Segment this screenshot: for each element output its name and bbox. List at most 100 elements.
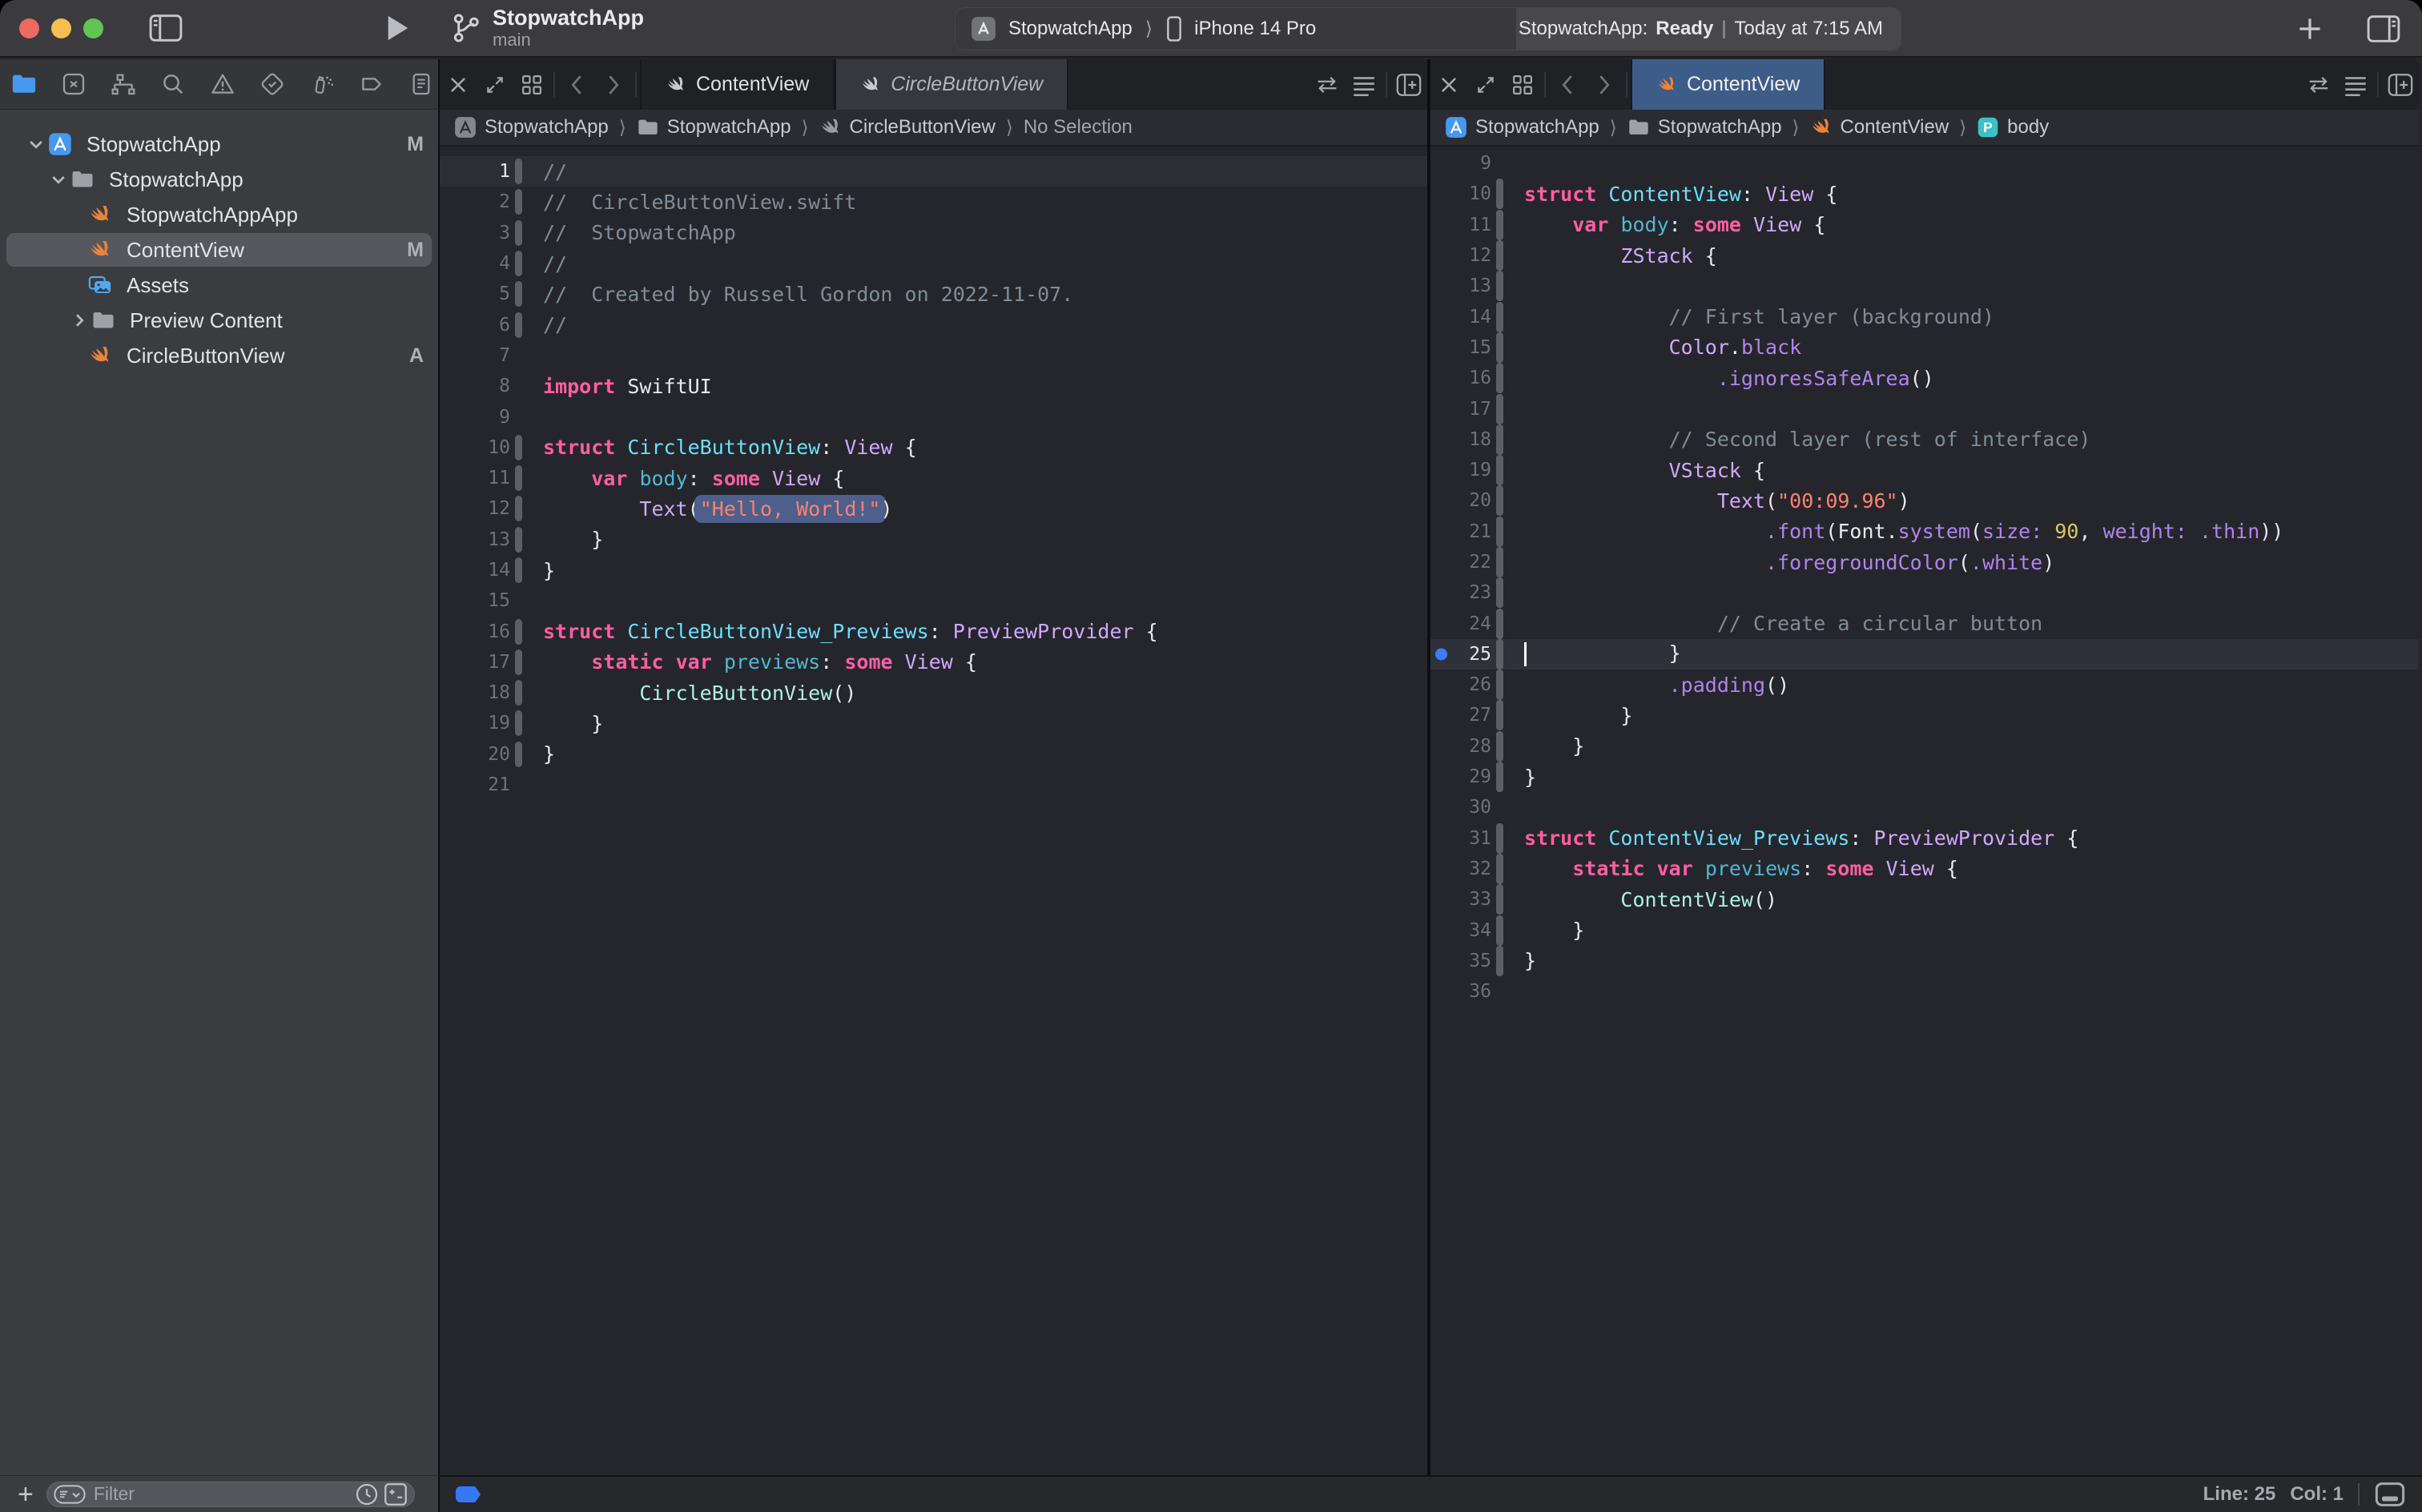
find-icon[interactable]	[159, 70, 187, 99]
code-text: .ignoresSafeArea()	[1524, 367, 1934, 390]
breadcrumb-item[interactable]: ContentView	[1810, 116, 1949, 139]
breadcrumb-item[interactable]: Pbody	[1977, 116, 2049, 139]
line-number: 7	[440, 345, 510, 366]
line-number: 13	[1430, 275, 1491, 296]
sidebar-toggle-icon[interactable]	[148, 14, 183, 42]
filter-field[interactable]	[46, 1482, 415, 1507]
tab-ContentView[interactable]: ContentView	[1631, 59, 1825, 110]
code-text: }	[1524, 919, 1584, 942]
change-bar	[515, 343, 522, 368]
change-bar	[1496, 700, 1503, 730]
activity-view[interactable]: StopwatchApp: Ready | Today at 7:15 AM	[1516, 8, 1901, 50]
breadcrumb-item[interactable]: StopwatchApp	[454, 116, 609, 139]
change-bar	[1496, 332, 1503, 363]
breadcrumb-item[interactable]: StopwatchApp	[1445, 116, 1599, 139]
close-editor-icon[interactable]	[1430, 59, 1467, 110]
breadcrumb-label: StopwatchApp	[667, 116, 791, 139]
related-items-grid-icon[interactable]	[513, 59, 550, 110]
left-code-editor[interactable]: 1//2// CircleButtonView.swift3// Stopwat…	[440, 148, 1427, 1475]
symbols-icon[interactable]	[109, 70, 138, 99]
code-text: var body: some View {	[1524, 213, 1825, 236]
related-items-grid-icon[interactable]	[1504, 59, 1541, 110]
right-code-editor[interactable]: 910struct ContentView: View {11 var body…	[1430, 148, 2419, 1475]
sidebar-item-contentview[interactable]: ContentViewM	[0, 232, 438, 267]
change-bar	[1496, 577, 1503, 608]
add-icon[interactable]: +	[18, 1482, 34, 1506]
expand-editor-icon[interactable]	[477, 59, 513, 110]
change-bar	[515, 251, 522, 276]
code-text: }	[1524, 641, 1681, 666]
debug-icon[interactable]	[308, 70, 336, 99]
new-tab-plus-icon[interactable]	[2295, 14, 2324, 43]
line-number: 8	[440, 376, 510, 396]
chevron-down-icon[interactable]	[46, 170, 70, 189]
display-icon[interactable]	[2374, 1481, 2406, 1508]
sidebar-item-stopwatchapp[interactable]: StopwatchApp	[0, 162, 438, 197]
code-line-18: 18 // Second layer (rest of interface)	[1430, 424, 2419, 455]
change-bar	[515, 588, 522, 613]
project-navigator: StopwatchAppMStopwatchApp StopwatchAppApp…	[0, 110, 440, 1475]
sidebar-item-stopwatchappapp[interactable]: StopwatchAppApp	[0, 197, 438, 232]
file-label: CircleButtonView	[127, 344, 285, 368]
play-icon[interactable]	[384, 13, 411, 43]
sidebar-item-preview-content[interactable]: Preview Content	[0, 303, 438, 338]
line-number: 19	[440, 713, 510, 734]
code-review-icon[interactable]	[1309, 59, 1346, 110]
scope-plus-minus-icon[interactable]	[384, 1482, 408, 1506]
back-chevron-icon[interactable]	[558, 59, 595, 110]
xcode-window: StopwatchApp main StopwatchApp ⟩ iPhone …	[0, 0, 2422, 1512]
breadcrumb-item[interactable]: No Selection	[1024, 116, 1133, 139]
source-control-icon[interactable]	[59, 70, 88, 99]
left-editor-pane: StopwatchApp⟩StopwatchApp⟩CircleButtonVi…	[440, 110, 1430, 1475]
iphone-icon	[1165, 15, 1183, 42]
breadcrumb-item[interactable]: StopwatchApp	[637, 116, 791, 139]
close-editor-icon[interactable]	[440, 59, 477, 110]
breakpoints-icon[interactable]	[357, 70, 386, 99]
editor-mode-indicator-icon[interactable]	[456, 1486, 481, 1502]
code-review-icon[interactable]	[2300, 59, 2337, 110]
close-window-button[interactable]	[19, 18, 39, 38]
code-text: .padding()	[1524, 674, 1789, 697]
sidebar-item-stopwatchapp[interactable]: StopwatchAppM	[0, 127, 438, 162]
change-bar	[1496, 485, 1503, 516]
change-bar	[1496, 240, 1503, 271]
adjust-editor-options-icon[interactable]	[1346, 59, 1382, 110]
breakpoint-dot-icon[interactable]	[1435, 648, 1447, 660]
inspector-toggle-icon[interactable]	[2366, 14, 2401, 43]
recents-clock-icon[interactable]	[355, 1482, 379, 1506]
change-bar	[1496, 517, 1503, 547]
sidebar-item-assets[interactable]: Assets	[0, 267, 438, 303]
change-bar	[515, 496, 522, 521]
line-number: 13	[440, 529, 510, 550]
forward-chevron-icon[interactable]	[1586, 59, 1623, 110]
minimize-window-button[interactable]	[51, 18, 71, 38]
tab-CircleButtonView[interactable]: CircleButtonView	[835, 59, 1068, 110]
tests-icon[interactable]	[258, 70, 287, 99]
breadcrumb-item[interactable]: CircleButtonView	[819, 116, 996, 139]
breadcrumb-item[interactable]: StopwatchApp	[1627, 116, 1782, 139]
zoom-window-button[interactable]	[83, 18, 103, 38]
back-chevron-icon[interactable]	[1549, 59, 1586, 110]
change-bar	[1496, 394, 1503, 424]
filter-input[interactable]	[94, 1483, 355, 1505]
add-editor-icon[interactable]	[1390, 59, 1427, 110]
issues-icon[interactable]	[208, 70, 237, 99]
change-bar	[1496, 731, 1503, 762]
file-label: StopwatchAppApp	[127, 203, 298, 227]
chevron-right-icon[interactable]	[67, 311, 91, 330]
source-control-summary[interactable]: StopwatchApp main	[449, 6, 644, 50]
tab-ContentView[interactable]: ContentView	[640, 59, 835, 110]
chevron-down-icon[interactable]	[24, 135, 48, 154]
line-number: 6	[440, 315, 510, 336]
project-navigator-icon[interactable]	[10, 70, 38, 99]
adjust-editor-options-icon[interactable]	[2337, 59, 2374, 110]
change-bar	[1496, 670, 1503, 700]
code-text: //	[543, 252, 567, 275]
expand-editor-icon[interactable]	[1467, 59, 1504, 110]
add-editor-icon[interactable]	[2382, 59, 2419, 110]
sidebar-item-circlebuttonview[interactable]: CircleButtonViewA	[0, 338, 438, 373]
scheme-selector[interactable]: StopwatchApp ⟩ iPhone 14 Pro	[956, 8, 1516, 50]
reports-icon[interactable]	[407, 70, 436, 99]
forward-chevron-icon[interactable]	[595, 59, 632, 110]
code-text: Text("Hello, World!")	[543, 497, 893, 521]
